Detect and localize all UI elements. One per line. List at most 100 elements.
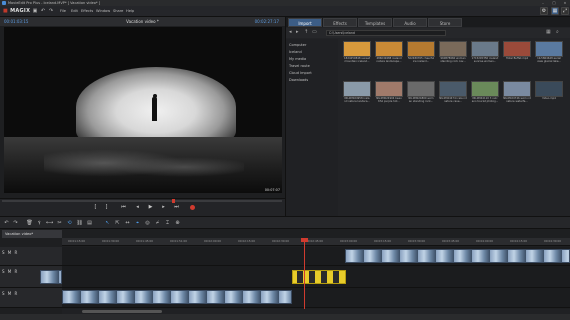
zoom-icon[interactable]: ⊕ <box>174 220 181 227</box>
status-bar <box>0 314 570 320</box>
trim-icon[interactable]: ⟷ <box>46 220 53 227</box>
timeline-ruler[interactable]: 00:01:15:00 00:01:30:00 00:01:45:00 00:01:5… <box>62 238 570 246</box>
media-thumbnail[interactable]: NK-0M44110 3 vulc ano tourist photog... <box>471 81 499 105</box>
video-preview[interactable]: 00:07:07 <box>4 27 282 193</box>
ruler-tick-label: 00:02:00:00 <box>204 239 222 243</box>
ruler-tick-label: 00:03:45:00 <box>442 239 460 243</box>
razor-icon[interactable]: ⌿ <box>154 220 161 227</box>
mark-in-icon[interactable]: [ <box>92 204 99 211</box>
thumbnail-image <box>471 41 499 57</box>
menu-effects[interactable]: Effects <box>81 9 93 13</box>
media-thumbnail[interactable]: 1K-5864648 aerial view glacial lake... <box>535 41 563 65</box>
media-thumbnail[interactable]: 502480765 cheerful ice iceland... <box>407 41 435 65</box>
search-icon[interactable]: ⌕ <box>556 30 561 35</box>
stretch-icon[interactable]: ↔ <box>124 220 131 227</box>
timeline-clip[interactable] <box>345 249 570 263</box>
frame-back-icon[interactable]: ◂ <box>134 204 141 211</box>
tree-item-travel-route[interactable]: Travel route <box>289 64 310 68</box>
frame-forward-icon[interactable]: ▸ <box>160 204 167 211</box>
media-thumbnail[interactable]: 1715245350 iceland sunrise woman... <box>471 41 499 65</box>
timeline-clip[interactable] <box>62 290 292 304</box>
timeline-toolbar: ↶ ↷ 🗑 ⫯ ⟷ ✂ ⟲ ⛓ ▤ ↖ ⇱ ↔ ⌖ ◎ ⌿ ⌶ ⊕ <box>0 216 570 229</box>
timeline-clip-start[interactable] <box>40 270 62 284</box>
tree-item-downloads[interactable]: Downloads <box>289 78 308 82</box>
volume-icon[interactable]: ◎ <box>144 220 151 227</box>
ripple-icon[interactable]: ⟲ <box>66 220 73 227</box>
mark-out-icon[interactable]: ] <box>103 204 110 211</box>
playhead[interactable] <box>304 238 305 316</box>
media-thumbnail[interactable]: Video.mp4 <box>535 81 563 105</box>
menu-edit[interactable]: Edit <box>71 9 78 13</box>
menu-window[interactable]: Window <box>96 9 110 13</box>
menu-share[interactable]: Share <box>113 9 123 13</box>
track-controls[interactable]: S M R <box>2 250 18 255</box>
media-thumbnail[interactable]: 486049488 iceland nature landscape... <box>375 41 403 65</box>
redo-icon[interactable]: ↷ <box>12 220 19 227</box>
multi-select-icon[interactable]: ⇱ <box>114 220 121 227</box>
redo-icon[interactable]: ↷ <box>48 8 54 14</box>
track-controls[interactable]: S M R <box>2 269 18 274</box>
preview-scrubber[interactable] <box>2 199 282 203</box>
tree-item-iceland[interactable]: Iceland <box>289 50 302 54</box>
link-icon[interactable]: ⛓ <box>76 220 83 227</box>
delete-icon[interactable]: 🗑 <box>26 220 33 227</box>
path-field[interactable]: C:\Users\Iceland <box>326 30 446 36</box>
ruler-tick-label: 00:04:15:00 <box>510 239 528 243</box>
pointer-tool-icon[interactable]: ↖ <box>104 220 111 227</box>
media-thumbnail[interactable]: 960878660 woman standing rock cav... <box>439 41 467 65</box>
media-thumbnail[interactable]: NK-0M024904 beau tiful purple hot... <box>375 81 403 105</box>
track-1[interactable] <box>62 247 570 266</box>
play-icon[interactable]: ▶ <box>147 204 154 211</box>
record-icon[interactable] <box>190 205 195 210</box>
settings-icon[interactable]: ⚙ <box>540 7 548 15</box>
magix-logo: ■ MAGIX <box>3 8 31 14</box>
tab-templates[interactable]: Templates <box>358 18 392 27</box>
media-thumbnail[interactable]: Hotel Buffet.mp4 <box>503 41 531 65</box>
forward-icon[interactable]: ▸ <box>296 30 301 35</box>
track-2[interactable] <box>40 266 570 288</box>
layout-icon[interactable]: ▦ <box>551 7 559 15</box>
tree-item-cloud-import[interactable]: Cloud Import <box>289 71 312 75</box>
tree-item-computer[interactable]: Computer <box>289 43 306 47</box>
group-icon[interactable]: ▤ <box>86 220 93 227</box>
scrollbar-thumb[interactable] <box>82 310 162 313</box>
menubar: ■ MAGIX ▣ ↶ ↷ File Edit Effects Window S… <box>0 6 570 17</box>
marker-icon[interactable]: ⌶ <box>164 220 171 227</box>
track-3[interactable] <box>62 288 570 308</box>
thumbnail-caption: 486049488 iceland nature landscape... <box>376 57 402 63</box>
media-thumbnail[interactable]: NK-0M24746 wom nd nature waterfa... <box>503 81 531 105</box>
ruler-tick-label: 00:02:45:00 <box>306 239 324 243</box>
fullscreen-icon[interactable]: ⤢ <box>561 7 569 15</box>
folder-icon[interactable]: ▭ <box>312 30 317 35</box>
tree-item-my-media[interactable]: My media <box>289 57 306 61</box>
media-thumbnail[interactable]: NK-0M024958 icela nd nature landsca... <box>343 81 371 105</box>
media-thumbnail[interactable]: NK-0M24474 icela nd nature cave... <box>439 81 467 105</box>
scrubber-handle[interactable] <box>172 199 175 203</box>
undo-icon[interactable]: ↶ <box>3 220 10 227</box>
media-thumbnail[interactable]: 1824250848 sunset mountain iceland... <box>343 41 371 65</box>
view-toggle-icon[interactable]: ▦ <box>546 30 551 35</box>
track-controls[interactable]: S M R <box>2 291 18 296</box>
media-thumbnail[interactable]: NK-0M024800 wom an standing rock... <box>407 81 435 105</box>
track-header-1: S M R <box>0 247 62 266</box>
tab-import[interactable]: Import <box>288 18 322 27</box>
thumbnail-caption: NK-0M24474 icela nd nature cave... <box>439 97 467 103</box>
media-pool: Import Effects Templates Audio Store ◂ ▸… <box>285 17 570 216</box>
ruler-tick-label: 00:03:30:00 <box>408 239 426 243</box>
menu-help[interactable]: Help <box>126 9 134 13</box>
menu-file[interactable]: File <box>60 9 66 13</box>
save-icon[interactable]: ▣ <box>32 8 38 14</box>
up-folder-icon[interactable]: ↑ <box>304 30 309 35</box>
cut-icon[interactable]: ✂ <box>56 220 63 227</box>
tab-audio[interactable]: Audio <box>393 18 427 27</box>
tab-store[interactable]: Store <box>428 18 462 27</box>
go-end-icon[interactable]: ⏭ <box>173 204 180 211</box>
tab-vacation-video[interactable]: Vacation video* <box>2 230 62 238</box>
go-start-icon[interactable]: ⏮ <box>120 204 127 211</box>
back-icon[interactable]: ◂ <box>289 30 294 35</box>
undo-icon[interactable]: ↶ <box>40 8 46 14</box>
tab-effects[interactable]: Effects <box>323 18 357 27</box>
split-icon[interactable]: ⫯ <box>36 220 43 227</box>
timeline-clip-selected[interactable] <box>292 270 346 284</box>
snap-icon[interactable]: ⌖ <box>134 220 141 227</box>
